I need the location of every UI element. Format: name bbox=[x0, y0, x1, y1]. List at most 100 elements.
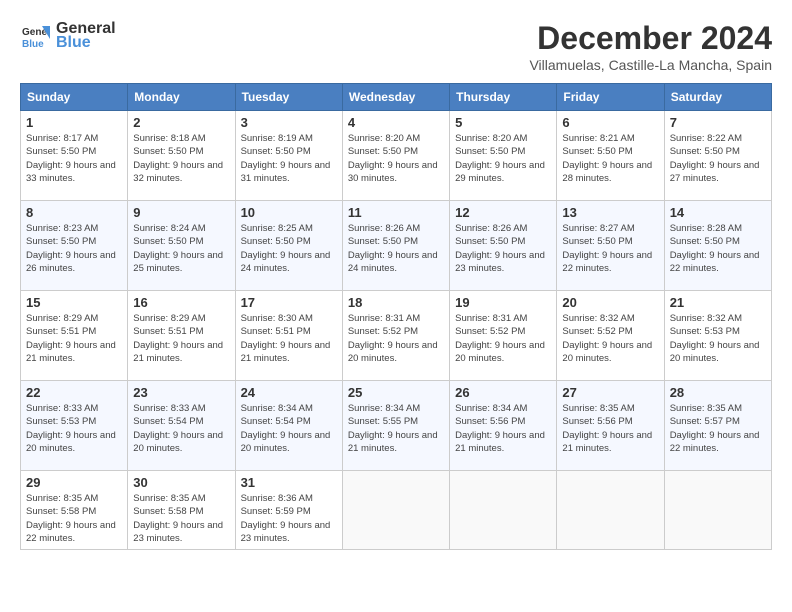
day-number: 10 bbox=[241, 205, 337, 220]
logo-icon: General Blue bbox=[20, 21, 50, 51]
day-number: 12 bbox=[455, 205, 551, 220]
calendar-cell: 26 Sunrise: 8:34 AMSunset: 5:56 PMDayligh… bbox=[450, 381, 557, 471]
weekday-header-thursday: Thursday bbox=[450, 84, 557, 111]
calendar-cell: 2Sunrise: 8:18 AMSunset: 5:50 PMDaylight… bbox=[128, 111, 235, 201]
day-info: Sunrise: 8:34 AMSunset: 5:55 PMDaylight:… bbox=[348, 402, 444, 455]
calendar-cell: 25 Sunrise: 8:34 AMSunset: 5:55 PMDayligh… bbox=[342, 381, 449, 471]
weekday-header-row: SundayMondayTuesdayWednesdayThursdayFrid… bbox=[21, 84, 772, 111]
day-number: 18 bbox=[348, 295, 444, 310]
day-info: Sunrise: 8:28 AMSunset: 5:50 PMDaylight:… bbox=[670, 222, 766, 275]
calendar-cell bbox=[664, 471, 771, 550]
calendar-cell: 7 Sunrise: 8:22 AMSunset: 5:50 PMDaylight… bbox=[664, 111, 771, 201]
day-number: 25 bbox=[348, 385, 444, 400]
calendar-cell: 24 Sunrise: 8:34 AMSunset: 5:54 PMDayligh… bbox=[235, 381, 342, 471]
logo: General Blue General Blue bbox=[20, 20, 116, 52]
calendar-table: SundayMondayTuesdayWednesdayThursdayFrid… bbox=[20, 83, 772, 550]
day-number: 8 bbox=[26, 205, 122, 220]
calendar-cell: 5 Sunrise: 8:20 AMSunset: 5:50 PMDaylight… bbox=[450, 111, 557, 201]
calendar-cell: 14 Sunrise: 8:28 AMSunset: 5:50 PMDayligh… bbox=[664, 201, 771, 291]
day-info: Sunrise: 8:18 AMSunset: 5:50 PMDaylight:… bbox=[133, 132, 229, 185]
day-number: 17 bbox=[241, 295, 337, 310]
day-number: 1 bbox=[26, 115, 122, 130]
calendar-cell: 29Sunrise: 8:35 AMSunset: 5:58 PMDayligh… bbox=[21, 471, 128, 550]
calendar-week-row: 15 Sunrise: 8:29 AMSunset: 5:51 PMDayligh… bbox=[21, 291, 772, 381]
calendar-cell: 15 Sunrise: 8:29 AMSunset: 5:51 PMDayligh… bbox=[21, 291, 128, 381]
day-number: 4 bbox=[348, 115, 444, 130]
day-number: 15 bbox=[26, 295, 122, 310]
location: Villamuelas, Castille-La Mancha, Spain bbox=[529, 57, 772, 73]
weekday-header-wednesday: Wednesday bbox=[342, 84, 449, 111]
day-number: 28 bbox=[670, 385, 766, 400]
calendar-cell: 30 Sunrise: 8:35 AMSunset: 5:58 PMDayligh… bbox=[128, 471, 235, 550]
calendar-cell bbox=[342, 471, 449, 550]
calendar-cell: 27 Sunrise: 8:35 AMSunset: 5:56 PMDayligh… bbox=[557, 381, 664, 471]
day-number: 3 bbox=[241, 115, 337, 130]
day-info: Sunrise: 8:24 AMSunset: 5:50 PMDaylight:… bbox=[133, 222, 229, 275]
day-info: Sunrise: 8:35 AMSunset: 5:57 PMDaylight:… bbox=[670, 402, 766, 455]
day-number: 16 bbox=[133, 295, 229, 310]
day-number: 27 bbox=[562, 385, 658, 400]
day-info: Sunrise: 8:32 AMSunset: 5:52 PMDaylight:… bbox=[562, 312, 658, 365]
day-number: 23 bbox=[133, 385, 229, 400]
day-number: 14 bbox=[670, 205, 766, 220]
calendar-week-row: 1 Sunrise: 8:17 AMSunset: 5:50 PMDaylight… bbox=[21, 111, 772, 201]
calendar-cell: 4 Sunrise: 8:20 AMSunset: 5:50 PMDaylight… bbox=[342, 111, 449, 201]
day-info: Sunrise: 8:34 AMSunset: 5:56 PMDaylight:… bbox=[455, 402, 551, 455]
day-info: Sunrise: 8:17 AMSunset: 5:50 PMDaylight:… bbox=[26, 132, 122, 185]
day-info: Sunrise: 8:23 AMSunset: 5:50 PMDaylight:… bbox=[26, 222, 122, 275]
day-info: Sunrise: 8:25 AMSunset: 5:50 PMDaylight:… bbox=[241, 222, 337, 275]
day-number: 6 bbox=[562, 115, 658, 130]
day-number: 13 bbox=[562, 205, 658, 220]
calendar-cell: 28 Sunrise: 8:35 AMSunset: 5:57 PMDayligh… bbox=[664, 381, 771, 471]
day-info: Sunrise: 8:31 AMSunset: 5:52 PMDaylight:… bbox=[348, 312, 444, 365]
day-info: Sunrise: 8:20 AMSunset: 5:50 PMDaylight:… bbox=[455, 132, 551, 185]
day-info: Sunrise: 8:30 AMSunset: 5:51 PMDaylight:… bbox=[241, 312, 337, 365]
day-info: Sunrise: 8:35 AMSunset: 5:58 PMDaylight:… bbox=[26, 492, 122, 545]
weekday-header-tuesday: Tuesday bbox=[235, 84, 342, 111]
calendar-cell: 20Sunrise: 8:32 AMSunset: 5:52 PMDayligh… bbox=[557, 291, 664, 381]
day-info: Sunrise: 8:34 AMSunset: 5:54 PMDaylight:… bbox=[241, 402, 337, 455]
calendar-cell: 21 Sunrise: 8:32 AMSunset: 5:53 PMDayligh… bbox=[664, 291, 771, 381]
day-info: Sunrise: 8:32 AMSunset: 5:53 PMDaylight:… bbox=[670, 312, 766, 365]
day-info: Sunrise: 8:33 AMSunset: 5:54 PMDaylight:… bbox=[133, 402, 229, 455]
calendar-cell: 12Sunrise: 8:26 AMSunset: 5:50 PMDayligh… bbox=[450, 201, 557, 291]
day-number: 30 bbox=[133, 475, 229, 490]
calendar-cell: 13Sunrise: 8:27 AMSunset: 5:50 PMDayligh… bbox=[557, 201, 664, 291]
page-header: General Blue General Blue December 2024 … bbox=[20, 20, 772, 73]
weekday-header-saturday: Saturday bbox=[664, 84, 771, 111]
calendar-week-row: 8 Sunrise: 8:23 AMSunset: 5:50 PMDaylight… bbox=[21, 201, 772, 291]
calendar-cell: 6 Sunrise: 8:21 AMSunset: 5:50 PMDaylight… bbox=[557, 111, 664, 201]
day-info: Sunrise: 8:20 AMSunset: 5:50 PMDaylight:… bbox=[348, 132, 444, 185]
calendar-cell: 31 Sunrise: 8:36 AMSunset: 5:59 PMDayligh… bbox=[235, 471, 342, 550]
day-info: Sunrise: 8:33 AMSunset: 5:53 PMDaylight:… bbox=[26, 402, 122, 455]
day-info: Sunrise: 8:21 AMSunset: 5:50 PMDaylight:… bbox=[562, 132, 658, 185]
day-number: 5 bbox=[455, 115, 551, 130]
day-info: Sunrise: 8:29 AMSunset: 5:51 PMDaylight:… bbox=[26, 312, 122, 365]
day-info: Sunrise: 8:22 AMSunset: 5:50 PMDaylight:… bbox=[670, 132, 766, 185]
calendar-cell: 19Sunrise: 8:31 AMSunset: 5:52 PMDayligh… bbox=[450, 291, 557, 381]
month-title: December 2024 bbox=[529, 20, 772, 57]
day-info: Sunrise: 8:35 AMSunset: 5:58 PMDaylight:… bbox=[133, 492, 229, 545]
calendar-cell: 1 Sunrise: 8:17 AMSunset: 5:50 PMDaylight… bbox=[21, 111, 128, 201]
title-block: December 2024 Villamuelas, Castille-La M… bbox=[529, 20, 772, 73]
day-number: 31 bbox=[241, 475, 337, 490]
day-number: 24 bbox=[241, 385, 337, 400]
day-number: 26 bbox=[455, 385, 551, 400]
day-info: Sunrise: 8:35 AMSunset: 5:56 PMDaylight:… bbox=[562, 402, 658, 455]
day-number: 22 bbox=[26, 385, 122, 400]
calendar-cell: 22 Sunrise: 8:33 AMSunset: 5:53 PMDayligh… bbox=[21, 381, 128, 471]
calendar-week-row: 22 Sunrise: 8:33 AMSunset: 5:53 PMDayligh… bbox=[21, 381, 772, 471]
calendar-week-row: 29Sunrise: 8:35 AMSunset: 5:58 PMDayligh… bbox=[21, 471, 772, 550]
day-info: Sunrise: 8:36 AMSunset: 5:59 PMDaylight:… bbox=[241, 492, 337, 545]
day-info: Sunrise: 8:29 AMSunset: 5:51 PMDaylight:… bbox=[133, 312, 229, 365]
calendar-cell: 10 Sunrise: 8:25 AMSunset: 5:50 PMDayligh… bbox=[235, 201, 342, 291]
day-number: 9 bbox=[133, 205, 229, 220]
calendar-cell: 8 Sunrise: 8:23 AMSunset: 5:50 PMDaylight… bbox=[21, 201, 128, 291]
day-info: Sunrise: 8:19 AMSunset: 5:50 PMDaylight:… bbox=[241, 132, 337, 185]
day-info: Sunrise: 8:26 AMSunset: 5:50 PMDaylight:… bbox=[348, 222, 444, 275]
calendar-cell: 18 Sunrise: 8:31 AMSunset: 5:52 PMDayligh… bbox=[342, 291, 449, 381]
calendar-cell: 9 Sunrise: 8:24 AMSunset: 5:50 PMDaylight… bbox=[128, 201, 235, 291]
day-number: 7 bbox=[670, 115, 766, 130]
day-number: 21 bbox=[670, 295, 766, 310]
calendar-cell: 11Sunrise: 8:26 AMSunset: 5:50 PMDayligh… bbox=[342, 201, 449, 291]
